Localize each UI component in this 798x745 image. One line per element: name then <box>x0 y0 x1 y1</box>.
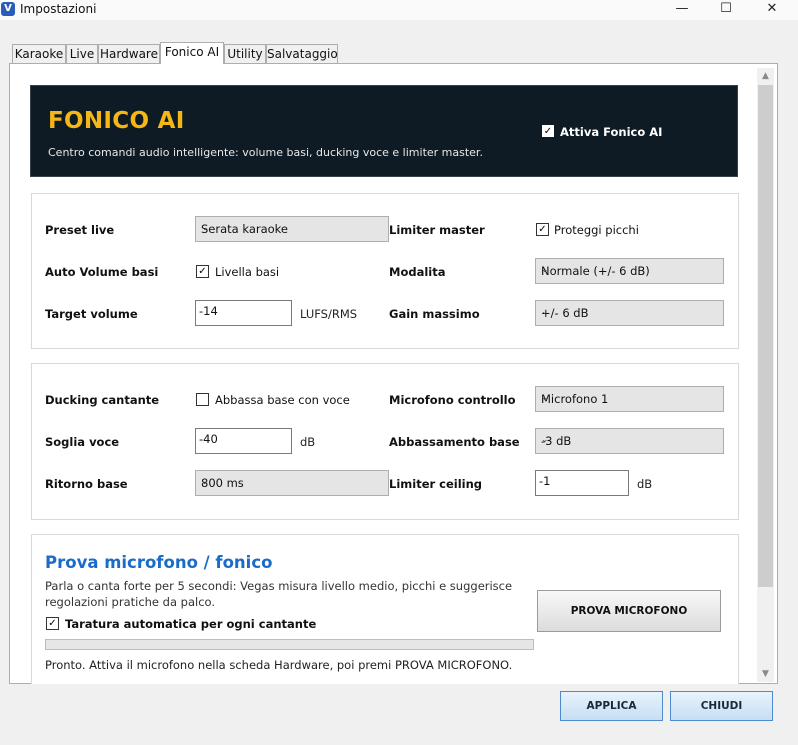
modalita-select[interactable]: Normale (+/- 6 dB) ⌄ <box>535 258 724 284</box>
limiter-master-label: Limiter master <box>389 223 485 237</box>
preset-live-label: Preset live <box>45 223 115 237</box>
chevron-down-icon: ⌄ <box>541 435 549 445</box>
gain-massimo-select[interactable]: +/- 6 dB ⌄ <box>535 300 724 326</box>
limiter-ceiling-label: Limiter ceiling <box>389 477 483 491</box>
enable-fonico-label[interactable]: Attiva Fonico AI <box>560 125 662 139</box>
soglia-voce-value: -40 <box>199 432 218 446</box>
tab-hardware[interactable]: Hardware <box>98 44 160 63</box>
close-button[interactable]: CHIUDI <box>670 691 773 721</box>
tab-fonico-ai[interactable]: Fonico AI <box>160 42 224 64</box>
modalita-label: Modalita <box>389 265 446 279</box>
header-subtitle: Centro comandi audio intelligente: volum… <box>48 146 483 159</box>
taratura-label[interactable]: Taratura automatica per ogni cantante <box>65 617 316 631</box>
tab-utility[interactable]: Utility <box>224 44 266 63</box>
prova-progress-bar <box>45 639 534 650</box>
gain-massimo-label: Gain massimo <box>389 307 480 321</box>
chevron-down-icon: ⌄ <box>541 307 549 317</box>
target-volume-value: -14 <box>199 304 218 318</box>
limiter-master-check-label[interactable]: Proteggi picchi <box>554 223 639 237</box>
soglia-voce-unit: dB <box>300 435 316 449</box>
prova-title: Prova microfono / fonico <box>45 553 273 572</box>
tab-live[interactable]: Live <box>66 44 98 63</box>
maximize-button[interactable]: ☐ <box>703 0 749 20</box>
chevron-down-icon: ⌄ <box>541 393 549 403</box>
ritorno-base-label: Ritorno base <box>45 477 128 491</box>
target-volume-label: Target volume <box>45 307 138 321</box>
soglia-voce-label: Soglia voce <box>45 435 120 449</box>
ducking-checkbox[interactable] <box>196 393 209 406</box>
chevron-down-icon: ⌄ <box>541 265 549 275</box>
scroll-down-icon[interactable]: ▼ <box>757 666 774 682</box>
chevron-down-icon: ⌄ <box>201 477 209 487</box>
enable-fonico-checkbox[interactable]: ✓ <box>542 125 554 137</box>
limiter-ceiling-input[interactable]: -1 <box>535 470 629 496</box>
tab-karaoke[interactable]: Karaoke <box>12 44 66 63</box>
abbassamento-base-select[interactable]: -3 dB ⌄ <box>535 428 724 454</box>
header-title: FONICO AI <box>48 108 185 134</box>
tab-salvataggio[interactable]: Salvataggio <box>266 44 338 63</box>
scroll-up-icon[interactable]: ▲ <box>757 68 774 84</box>
microfono-controllo-label: Microfono controllo <box>389 393 516 407</box>
prova-description: Parla o canta forte per 5 secondi: Vegas… <box>45 579 513 609</box>
soglia-voce-input[interactable]: -40 <box>195 428 292 454</box>
ducking-check-label[interactable]: Abbassa base con voce <box>215 393 350 407</box>
taratura-checkbox[interactable]: ✓ <box>46 617 59 630</box>
auto-volume-checkbox[interactable]: ✓ <box>196 265 209 278</box>
apply-button[interactable]: APPLICA <box>560 691 663 721</box>
preset-live-select[interactable]: Serata karaoke ⌄ <box>195 216 389 242</box>
close-window-button[interactable]: ✕ <box>749 0 795 20</box>
status-text: Pronto. Attiva il microfono nella scheda… <box>45 658 513 672</box>
abbassamento-base-label: Abbassamento base <box>389 435 520 449</box>
auto-volume-label: Auto Volume basi <box>45 265 159 279</box>
chevron-down-icon: ⌄ <box>201 223 209 233</box>
ducking-label: Ducking cantante <box>45 393 160 407</box>
ritorno-base-select[interactable]: 800 ms ⌄ <box>195 470 389 496</box>
prova-microfono-button[interactable]: PROVA MICROFONO <box>537 590 721 632</box>
scrollbar-thumb[interactable] <box>758 85 773 587</box>
microfono-controllo-select[interactable]: Microfono 1 ⌄ <box>535 386 724 412</box>
minimize-button[interactable]: — <box>659 0 705 20</box>
target-volume-unit: LUFS/RMS <box>300 307 358 321</box>
limiter-ceiling-value: -1 <box>539 474 551 488</box>
window-title: Impostazioni <box>20 2 97 16</box>
limiter-master-checkbox[interactable]: ✓ <box>536 223 549 236</box>
app-icon: V <box>1 2 15 16</box>
target-volume-input[interactable]: -14 <box>195 300 292 326</box>
auto-volume-check-label[interactable]: Livella basi <box>215 265 279 279</box>
limiter-ceiling-unit: dB <box>637 477 653 491</box>
